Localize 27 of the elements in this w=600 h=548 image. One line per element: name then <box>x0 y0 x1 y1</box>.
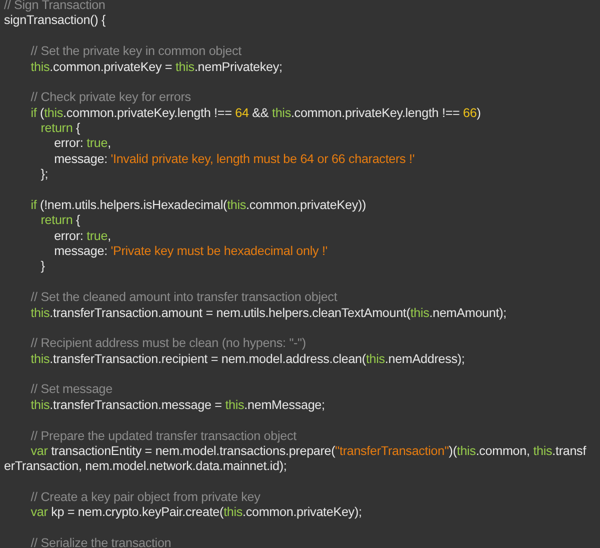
code-comment: // Set the private key in common object <box>30 44 242 60</box>
code-comment: // Serialize the transaction <box>30 536 172 548</box>
code-line: error: true, <box>53 136 111 152</box>
code-comment: // Check private key for errors <box>30 90 191 106</box>
code-comment: // Recipient address must be clean (no hypens: "-") <box>30 336 306 352</box>
code-line: var transactionEntity = nem.model.transactions.prepare("transferTransaction")(this.common, this.transf <box>30 444 586 460</box>
code-line: } <box>40 259 45 275</box>
code-line: return { <box>40 121 80 136</box>
code-line: this.transferTransaction.amount = nem.utils.helpers.cleanTextAmount(this.nemAmount); <box>30 306 506 321</box>
code-comment: // Sign Transaction <box>4 0 106 14</box>
code-line: }; <box>40 167 48 182</box>
code-line: message: 'Invalid private key, length must be 64 or 66 characters !' <box>53 152 415 168</box>
code-line: return { <box>40 213 80 229</box>
code-line: signTransaction() { <box>4 13 106 29</box>
code-line: var kp = nem.crypto.keyPair.create(this.common.privateKey); <box>30 505 362 521</box>
code-line: error: true, <box>53 228 111 244</box>
code-comment: // Create a key pair object from private key <box>30 490 260 506</box>
code-line: erTransaction, nem.model.network.data.mainnet.id); <box>4 459 287 475</box>
code-line: this.common.privateKey = this.nemPrivatekey; <box>30 60 282 75</box>
code-comment: // Prepare the updated transfer transaction object <box>30 428 296 444</box>
code-comment: // Set message <box>30 382 112 398</box>
code-line: if (!nem.utils.helpers.isHexadecimal(this.common.privateKey)) <box>30 198 366 214</box>
code-line: this.transferTransaction.recipient = nem.model.address.clean(this.nemAddress); <box>30 352 465 367</box>
code-line: if (this.common.privateKey.length !== 64 && this.common.privateKey.length !== 66) <box>30 106 481 121</box>
code-comment: // Set the cleaned amount into transfer transaction object <box>30 290 338 306</box>
code-line: message: 'Private key must be hexadecimal only !' <box>53 244 328 260</box>
code-line: this.transferTransaction.message = this.nemMessage; <box>30 398 325 414</box>
